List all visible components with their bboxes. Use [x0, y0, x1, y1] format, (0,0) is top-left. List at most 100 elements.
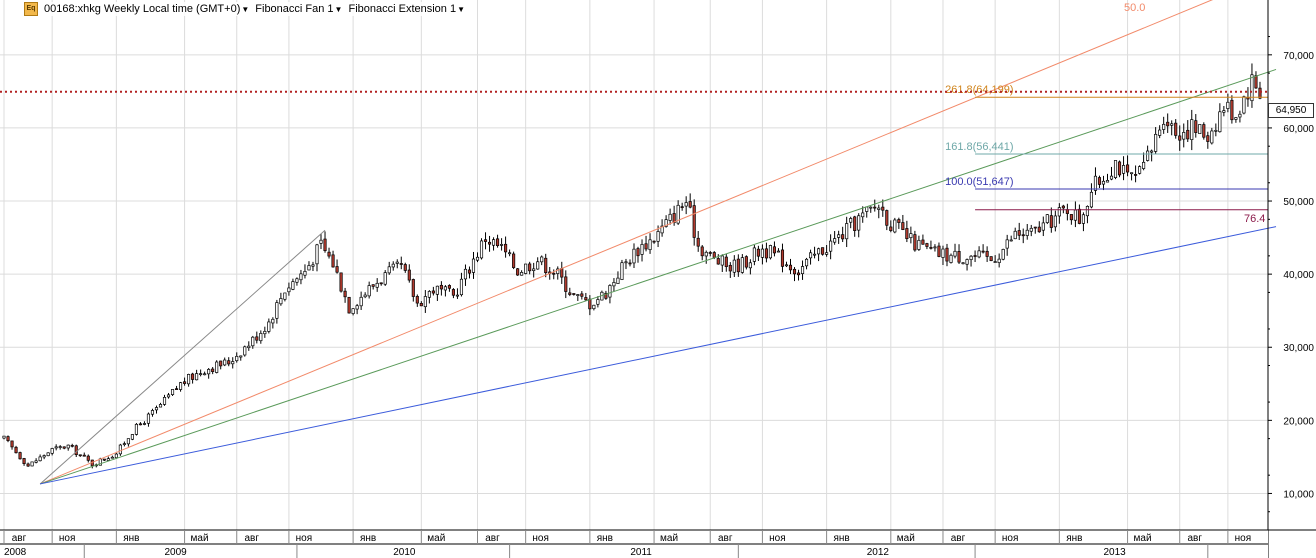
candle-body: [897, 219, 901, 223]
candle-body: [1013, 230, 1017, 240]
candle-body: [628, 262, 632, 265]
x-month-label: янв: [1066, 533, 1082, 544]
candle-body: [917, 239, 921, 250]
candle-body: [146, 413, 151, 424]
candle-body: [315, 244, 319, 265]
candle-body: [833, 238, 837, 243]
candle-body: [1222, 110, 1226, 113]
x-month-label: авг: [244, 533, 259, 544]
candle-body: [10, 440, 14, 448]
candle-body: [1190, 119, 1194, 140]
candle-body: [311, 264, 315, 267]
candle-body: [668, 213, 672, 221]
candle-body: [58, 446, 62, 448]
candle-body: [536, 261, 540, 270]
candle-body: [804, 258, 809, 267]
candle-body: [475, 256, 480, 261]
candle-body: [1174, 122, 1178, 136]
candle-body: [174, 388, 179, 390]
x-year-label: 2012: [867, 547, 890, 558]
candle-body: [949, 254, 953, 263]
y-tick-label: 40,000: [1283, 270, 1314, 281]
candle-body: [977, 250, 981, 258]
eq-icon[interactable]: Eq: [24, 2, 38, 16]
candle-body: [383, 272, 387, 285]
candle-body: [760, 248, 764, 258]
candle-body: [479, 240, 484, 259]
candle-body: [989, 256, 993, 262]
candle-body: [656, 231, 660, 242]
candle-body: [504, 243, 508, 253]
candle-body: [889, 226, 893, 231]
x-month-label: авг: [1187, 533, 1202, 544]
candle-body: [969, 255, 973, 260]
candle-body: [973, 255, 977, 257]
chevron-down-icon: ▼: [241, 4, 250, 14]
candle-body: [122, 443, 126, 445]
candle-body: [34, 460, 38, 463]
candle-body: [1113, 160, 1118, 178]
candle-body: [2, 435, 6, 439]
candle-body: [231, 361, 235, 365]
x-year-label: 2011: [630, 547, 652, 558]
candle-body: [696, 237, 700, 247]
last-price-tag: 64,950: [1268, 103, 1314, 118]
x-month-label: ноя: [1235, 533, 1252, 544]
fib-extension-label: 161.8(56,441): [945, 141, 1014, 153]
candle-body: [195, 373, 199, 381]
candle-body: [837, 234, 841, 238]
candle-body: [1198, 124, 1202, 135]
candle-body: [54, 446, 58, 449]
x-month-label: авг: [485, 533, 500, 544]
fib-extension-label: 261.8(64,199): [945, 84, 1014, 96]
fib-fan-label: Fibonacci Fan 1: [255, 3, 334, 15]
candle-body: [905, 228, 909, 240]
candle-body: [792, 268, 797, 275]
x-month-label: авг: [951, 533, 966, 544]
candle-body: [592, 304, 596, 310]
x-month-label: ноя: [769, 533, 786, 544]
candle-body: [496, 238, 500, 247]
candle-body: [375, 282, 379, 288]
candle-body: [1121, 165, 1126, 174]
candle-body: [158, 404, 163, 408]
y-tick-label: 60,000: [1283, 124, 1314, 135]
candle-body: [1142, 161, 1146, 169]
candle-body: [841, 234, 845, 240]
candle-body: [800, 266, 805, 274]
candle-body: [877, 207, 881, 210]
candle-body: [540, 256, 544, 263]
y-tick-label: 70,000: [1283, 51, 1314, 62]
candle-body: [764, 248, 768, 259]
candle-body: [415, 296, 419, 304]
candle-body: [508, 252, 512, 255]
candle-body: [965, 259, 969, 265]
candle-body: [997, 258, 1001, 264]
candle-body: [38, 456, 42, 462]
candle-body: [704, 251, 708, 257]
candle-body: [411, 279, 415, 297]
candle-body: [335, 266, 339, 273]
candle-body: [909, 233, 913, 239]
price-chart[interactable]: 50.0 261.8(64,199) 161.8(56,441) 100.0(51,6…: [0, 0, 1316, 558]
candle-body: [435, 285, 439, 295]
x-year-label: 2010: [393, 547, 416, 558]
fib-extension-menu[interactable]: Fibonacci Extension 1 ▼: [348, 3, 465, 15]
x-month-label: янв: [123, 533, 139, 544]
candle-body: [1085, 205, 1089, 217]
candle-body: [780, 249, 785, 267]
candle-body: [487, 241, 492, 245]
candle-body: [809, 252, 813, 259]
candle-body: [732, 259, 736, 273]
candle-body: [187, 374, 191, 385]
candle-body: [1049, 215, 1053, 228]
candle-body: [1069, 214, 1073, 221]
candle-body: [740, 257, 744, 273]
candle-body: [813, 253, 817, 256]
candle-body: [263, 330, 267, 335]
candle-body: [363, 294, 367, 298]
candle-body: [925, 243, 929, 247]
candle-body: [560, 268, 564, 278]
symbol-menu[interactable]: 00168:xhkg Weekly Local time (GMT+0) ▼: [44, 3, 249, 15]
fib-fan-menu[interactable]: Fibonacci Fan 1 ▼: [255, 3, 342, 15]
